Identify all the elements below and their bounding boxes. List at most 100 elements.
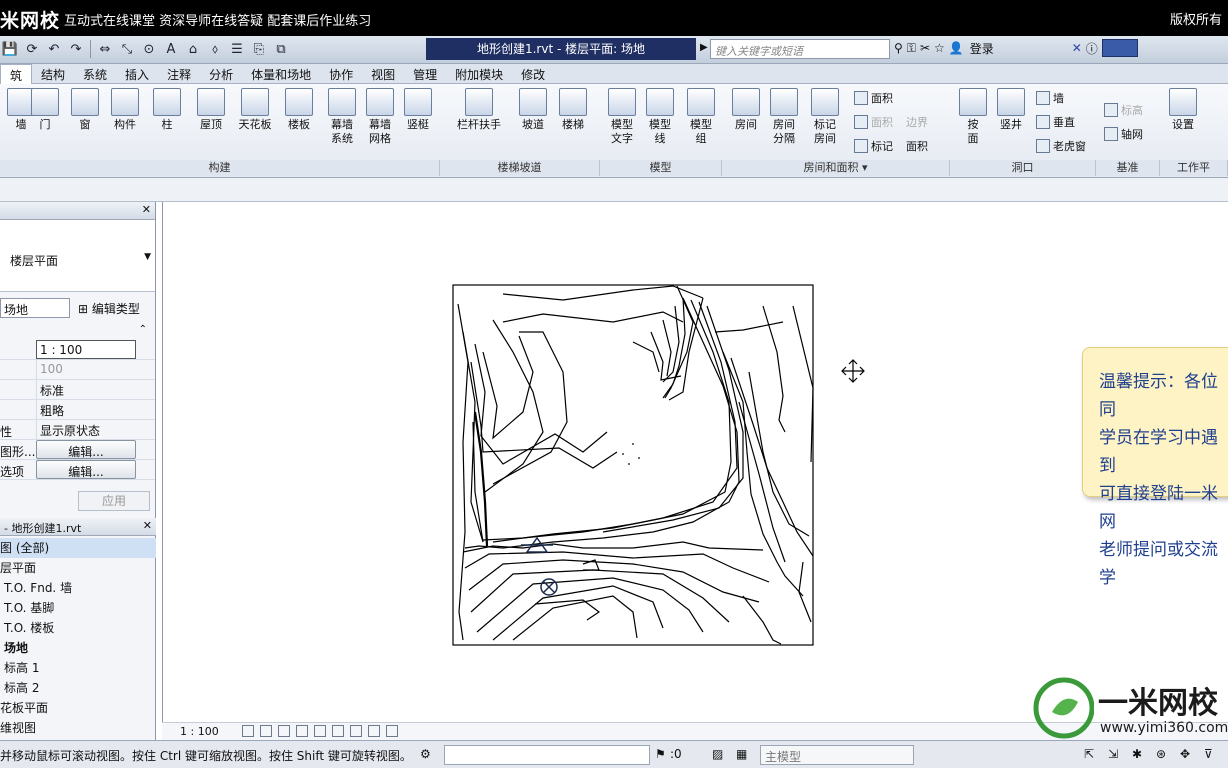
select-pinned-icon[interactable]: ✱ [1132, 747, 1142, 761]
model-text-tool[interactable]: 模型 文字 [601, 88, 643, 146]
panel-label-circulation[interactable]: 楼梯坡道 [440, 160, 600, 176]
graphics-options-edit-button[interactable]: 编辑... [36, 460, 136, 479]
design-options-icon[interactable]: ▦ [736, 747, 747, 761]
tab-architecture[interactable]: 筑 [0, 64, 33, 84]
select-by-face-icon[interactable]: ⊛ [1156, 747, 1166, 761]
thin-lines-icon[interactable]: ☰ [227, 39, 247, 59]
view-scale-field[interactable]: 1 : 100 [36, 340, 136, 359]
tree-item-site[interactable]: 场地 [0, 638, 156, 658]
tree-item-slab[interactable]: T.O. 楼板 [0, 618, 156, 638]
window-tool[interactable]: 窗 [64, 88, 106, 132]
grid-item[interactable]: 轴网 [1104, 126, 1143, 142]
panel-label-build[interactable]: 构建 [0, 160, 440, 176]
subscription-icon[interactable]: ✂ [920, 41, 930, 55]
tab-analyze[interactable]: 分析 [200, 64, 242, 84]
topography-drawing[interactable] [163, 202, 1228, 722]
apply-button[interactable]: 应用 [78, 491, 150, 511]
tree-item-3d-views[interactable]: 维视图 [0, 718, 156, 738]
dormer-item[interactable]: 老虎窗 [1036, 138, 1086, 154]
chevron-down-icon[interactable]: ▼ [144, 252, 151, 262]
show-crop-icon[interactable] [332, 725, 344, 737]
mullion-tool[interactable]: 竖梃 [397, 88, 439, 132]
sun-path-icon[interactable] [278, 725, 290, 737]
tab-systems[interactable]: 系统 [74, 64, 116, 84]
tab-modify[interactable]: 修改 [512, 64, 554, 84]
dimension-icon[interactable]: ⤡ [117, 39, 137, 59]
favorites-icon[interactable]: ☆ [934, 41, 945, 55]
tab-manage[interactable]: 管理 [404, 64, 446, 84]
close-hidden-icon[interactable]: ⎘ [249, 39, 269, 59]
model-group-tool[interactable]: 模型组 [680, 88, 722, 146]
instance-filter-select[interactable]: 场地 [0, 298, 70, 318]
analytical-model-icon[interactable] [386, 725, 398, 737]
design-option-select[interactable]: 主模型 [760, 745, 914, 765]
component-tool[interactable]: 构件 [104, 88, 146, 132]
ceiling-tool[interactable]: 天花板 [234, 88, 276, 132]
expand-arrow-icon[interactable]: ▶ [700, 42, 708, 53]
tag-room-tool[interactable]: 标记 房间 [804, 88, 846, 146]
column-tool[interactable]: 柱 [146, 88, 188, 132]
room-separator-tool[interactable]: 房间 分隔 [763, 88, 805, 146]
workset-select[interactable] [444, 745, 650, 765]
type-selector[interactable]: 楼层平面 ▼ [0, 220, 155, 292]
panel-label-model[interactable]: 模型 [600, 160, 722, 176]
tree-item-floor-plans[interactable]: 层平面 [0, 558, 156, 578]
binoculars-icon[interactable]: ⚲ [894, 41, 903, 55]
reveal-hidden-icon[interactable] [368, 725, 380, 737]
floor-tool[interactable]: 楼板 [278, 88, 320, 132]
tag-icon[interactable]: ⊙ [139, 39, 159, 59]
tab-view[interactable]: 视图 [362, 64, 404, 84]
sync-icon[interactable]: ⟳ [22, 39, 42, 59]
filter-icon[interactable]: ⚑ [655, 747, 666, 761]
section-icon[interactable]: ⬨ [205, 39, 225, 59]
tab-insert[interactable]: 插入 [116, 64, 158, 84]
panel-label-workplane[interactable]: 工作平 [1160, 160, 1228, 176]
search-input[interactable]: 键入关键字或短语 [710, 39, 890, 59]
tab-massing-site[interactable]: 体量和场地 [242, 64, 320, 84]
measure-icon[interactable]: ⇔ [95, 39, 115, 59]
panel-label-room-area[interactable]: 房间和面积 ▾ [722, 160, 950, 176]
help-icon[interactable]: ⓘ [1086, 40, 1098, 57]
filter-selection-icon[interactable]: ⊽ [1204, 747, 1213, 761]
crop-view-icon[interactable] [314, 725, 326, 737]
tab-annotate[interactable]: 注释 [158, 64, 200, 84]
display-model-field[interactable]: 标准 [36, 380, 136, 399]
roof-tool[interactable]: 屋顶 [190, 88, 232, 132]
room-tool[interactable]: 房间 [725, 88, 767, 132]
curtain-grid-tool[interactable]: 幕墙 网格 [359, 88, 401, 146]
temporary-hide-icon[interactable] [350, 725, 362, 737]
tag-area-item[interactable]: 标记 [854, 138, 893, 154]
close-icon[interactable]: ✕ [142, 203, 151, 216]
worksets-icon[interactable]: ⚙ [420, 747, 431, 761]
tree-item-footing[interactable]: T.O. 基脚 [0, 598, 156, 618]
shaft-tool[interactable]: 竖井 [990, 88, 1032, 132]
login-link[interactable]: 登录 [970, 40, 994, 57]
select-links-icon[interactable]: ⇱ [1084, 747, 1094, 761]
editable-only-icon[interactable]: ▨ [712, 747, 723, 761]
project-base-point-icon[interactable] [540, 578, 558, 596]
panel-label-datum[interactable]: 基准 [1096, 160, 1160, 176]
user-icon[interactable]: 👤 [949, 41, 964, 55]
tab-structure[interactable]: 结构 [32, 64, 74, 84]
survey-point-icon[interactable] [521, 536, 553, 553]
tab-collaborate[interactable]: 协作 [320, 64, 362, 84]
shadows-icon[interactable] [296, 725, 308, 737]
tree-item-fnd-wall[interactable]: T.O. Fnd. 墙 [0, 578, 156, 598]
workplane-set-tool[interactable]: 设置 [1162, 88, 1204, 132]
drawing-canvas[interactable] [162, 202, 1228, 740]
area-item[interactable]: 面积 [854, 90, 893, 106]
drag-elements-icon[interactable]: ✥ [1180, 747, 1190, 761]
wall-opening-item[interactable]: 墙 [1036, 90, 1064, 106]
save-icon[interactable]: 💾 [0, 39, 20, 59]
undo-icon[interactable]: ↶ [44, 39, 64, 59]
model-line-tool[interactable]: 模型线 [639, 88, 681, 146]
tab-addins[interactable]: 附加模块 [446, 64, 512, 84]
parts-visibility-field[interactable]: 显示原状态 [36, 420, 136, 439]
stair-tool[interactable]: 楼梯 [552, 88, 594, 132]
area-plan-item[interactable]: 面积 [906, 138, 928, 154]
exchange-icon[interactable]: ✕ [1072, 41, 1082, 55]
panel-label-opening[interactable]: 洞口 [950, 160, 1096, 176]
3d-view-icon[interactable]: ⌂ [183, 39, 203, 59]
curtain-system-tool[interactable]: 幕墙 系统 [321, 88, 363, 146]
tree-item-level-1[interactable]: 标高 1 [0, 658, 156, 678]
